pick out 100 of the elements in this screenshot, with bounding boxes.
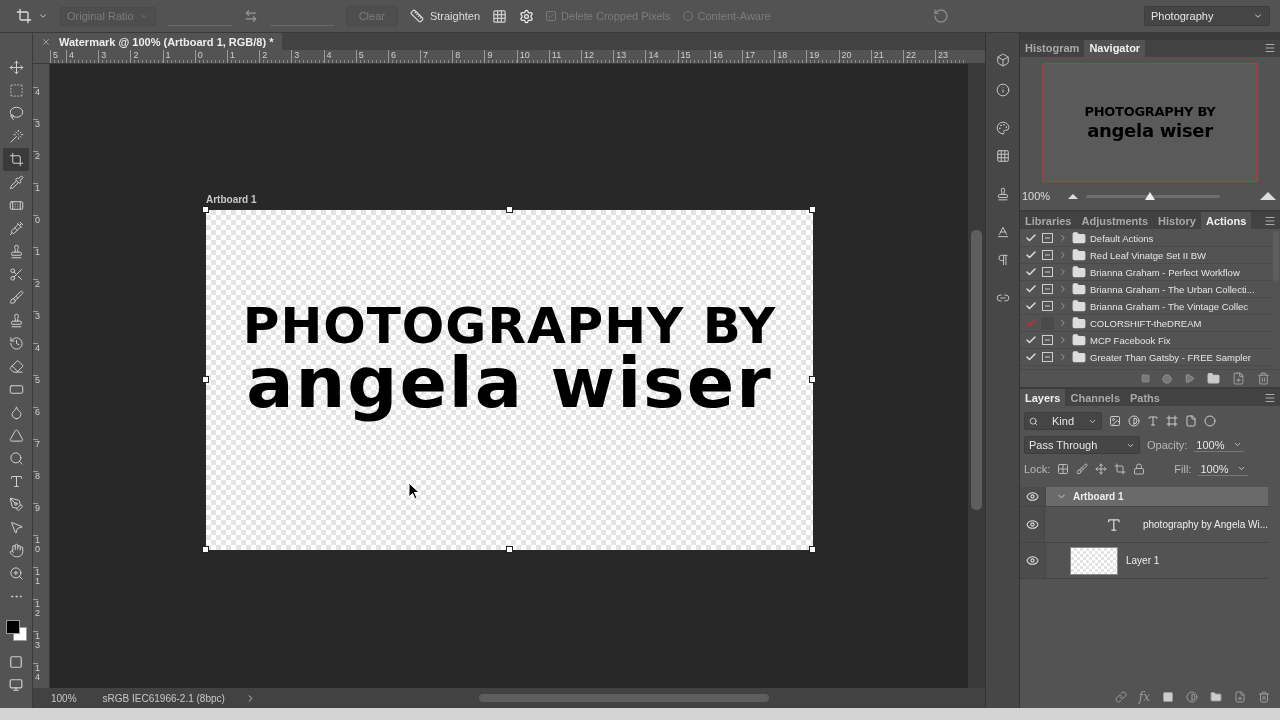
- action-set-row[interactable]: Red Leaf Vinatge Set II BW: [1020, 247, 1272, 264]
- color-swatches-drawing[interactable]: [4, 618, 28, 640]
- panel-tab[interactable]: Histogram: [1020, 40, 1085, 57]
- ruler-label: 5: [50, 50, 66, 63]
- grid-overlay-icon[interactable]: [492, 8, 508, 24]
- transform-handle[interactable]: [505, 206, 513, 213]
- lock-position-icon[interactable]: [1095, 463, 1108, 475]
- droplet-icon: [8, 405, 24, 420]
- workspace-dropdown[interactable]: Photography: [1144, 6, 1270, 26]
- caret-icon: [1232, 440, 1242, 449]
- new-set-icon[interactable]: [1207, 372, 1220, 385]
- new-action-icon[interactable]: [1232, 372, 1245, 385]
- action-set-row[interactable]: Brianna Graham - The Vintage Collec: [1020, 298, 1272, 315]
- filter-dropdown[interactable]: Kind: [1024, 412, 1102, 430]
- transform-handle[interactable]: [809, 376, 816, 383]
- dialog-toggle[interactable]: [1041, 350, 1054, 364]
- caret-icon: [38, 11, 48, 21]
- folder-icon: [1072, 265, 1086, 279]
- close-icon[interactable]: [41, 36, 51, 47]
- ruler-label: 4: [33, 87, 38, 119]
- tool-button[interactable]: [3, 148, 29, 171]
- panel-tab[interactable]: Libraries: [1020, 212, 1077, 229]
- document-tab[interactable]: Watermark @ 100% (Artboard 1, RGB/8) *: [33, 33, 282, 50]
- transform-handle[interactable]: [809, 206, 816, 213]
- visibility-toggle[interactable]: [1020, 487, 1046, 506]
- swap-icon[interactable]: [243, 9, 258, 23]
- blend-mode-dropdown[interactable]: Pass Through: [1024, 436, 1140, 454]
- gradient-icon: [8, 382, 24, 397]
- lock-label: Lock:: [1024, 463, 1051, 475]
- slider-thumb[interactable]: [1145, 191, 1156, 200]
- layer-name: Artboard 1: [1073, 491, 1124, 502]
- adjustment-icon[interactable]: [1186, 691, 1198, 703]
- scrollbar[interactable]: [478, 694, 769, 702]
- eye-icon: [1026, 490, 1039, 503]
- panel-tab[interactable]: Actions: [1201, 212, 1252, 229]
- settings-icon[interactable]: [519, 8, 535, 24]
- brush-icon: [8, 290, 24, 305]
- action-set-row[interactable]: Brianna Graham - The Urban Collecti...: [1020, 281, 1272, 298]
- panel-tab[interactable]: Adjustments: [1076, 212, 1154, 229]
- new-layer-icon[interactable]: [1234, 691, 1246, 703]
- ruler-label: 0: [194, 50, 227, 63]
- record-icon[interactable]: [1162, 373, 1172, 384]
- transform-handle[interactable]: [202, 376, 209, 383]
- reset-icon[interactable]: [932, 8, 949, 24]
- fill-field[interactable]: 100%: [1198, 462, 1248, 476]
- grid-icon: [995, 149, 1010, 163]
- dialog-toggle[interactable]: [1041, 265, 1054, 279]
- crop-tool-preset[interactable]: [16, 8, 48, 24]
- ruler-label: 10: [33, 535, 38, 567]
- panel-tab[interactable]: Paths: [1125, 389, 1165, 406]
- lock-artboard-icon[interactable]: [1114, 463, 1127, 475]
- shape-filter-icon[interactable]: [1166, 415, 1178, 427]
- dialog-toggle[interactable]: [1041, 299, 1054, 313]
- folder-icon: [1072, 350, 1086, 364]
- panel-tab[interactable]: Navigator: [1084, 40, 1146, 57]
- visibility-toggle[interactable]: [1020, 543, 1046, 578]
- straighten-button[interactable]: Straighten: [409, 9, 481, 23]
- panel-tab[interactable]: History: [1153, 212, 1201, 229]
- transform-handle[interactable]: [505, 546, 513, 553]
- play-icon[interactable]: [1184, 373, 1195, 384]
- dialog-toggle[interactable]: [1041, 282, 1054, 296]
- action-set-row[interactable]: Brianna Graham - Perfect Workflow: [1020, 264, 1272, 281]
- layer-row[interactable]: Artboard 1: [1020, 487, 1268, 507]
- visibility-toggle[interactable]: [1020, 507, 1046, 542]
- delete-icon[interactable]: [1258, 691, 1270, 703]
- zoom-out-icon[interactable]: [1068, 193, 1078, 200]
- mask-icon[interactable]: [1162, 691, 1174, 703]
- stamp-icon: [995, 187, 1010, 201]
- image-filter-icon[interactable]: [1109, 415, 1121, 427]
- action-set-row[interactable]: MCP Facebook Fix: [1020, 332, 1272, 349]
- panel-tab[interactable]: Channels: [1065, 389, 1125, 406]
- transform-handle[interactable]: [202, 206, 209, 213]
- delete-icon[interactable]: [1257, 372, 1270, 385]
- layer-row[interactable]: Layer 1: [1020, 543, 1268, 579]
- smart-object-filter-icon[interactable]: [1185, 415, 1197, 427]
- dialog-toggle[interactable]: [1041, 248, 1054, 262]
- action-set-row[interactable]: Default Actions: [1020, 230, 1272, 247]
- action-set-row[interactable]: COLORSHIFT-theDREAM: [1020, 315, 1272, 332]
- type-filter-icon[interactable]: [1147, 415, 1159, 427]
- scrollbar[interactable]: [968, 64, 985, 688]
- dialog-toggle[interactable]: [1041, 333, 1054, 347]
- stop-icon[interactable]: [1141, 374, 1150, 383]
- filter-toggle-icon[interactable]: [1204, 415, 1216, 427]
- dialog-icon: [1042, 352, 1053, 362]
- artboard-label: Artboard 1: [206, 194, 258, 205]
- group-icon[interactable]: [1210, 691, 1222, 703]
- opacity-field[interactable]: 100%: [1194, 438, 1244, 452]
- lock-transparency-icon[interactable]: [1057, 463, 1070, 475]
- panel-tab[interactable]: Layers: [1020, 389, 1066, 406]
- zoom-in-icon[interactable]: [1260, 192, 1276, 201]
- transform-handle[interactable]: [202, 546, 209, 553]
- adjustment-filter-icon[interactable]: [1128, 415, 1140, 427]
- dialog-toggle[interactable]: [1041, 231, 1054, 245]
- lock-pixels-icon[interactable]: [1076, 463, 1089, 475]
- transform-handle[interactable]: [809, 546, 816, 553]
- link-icon[interactable]: [1114, 691, 1127, 703]
- layer-row[interactable]: photography by Angela Wi...: [1020, 507, 1268, 543]
- action-set-row[interactable]: Greater Than Gatsby - FREE Sampler: [1020, 349, 1272, 366]
- wand-icon: [8, 129, 24, 144]
- lock-icon[interactable]: [1133, 463, 1146, 475]
